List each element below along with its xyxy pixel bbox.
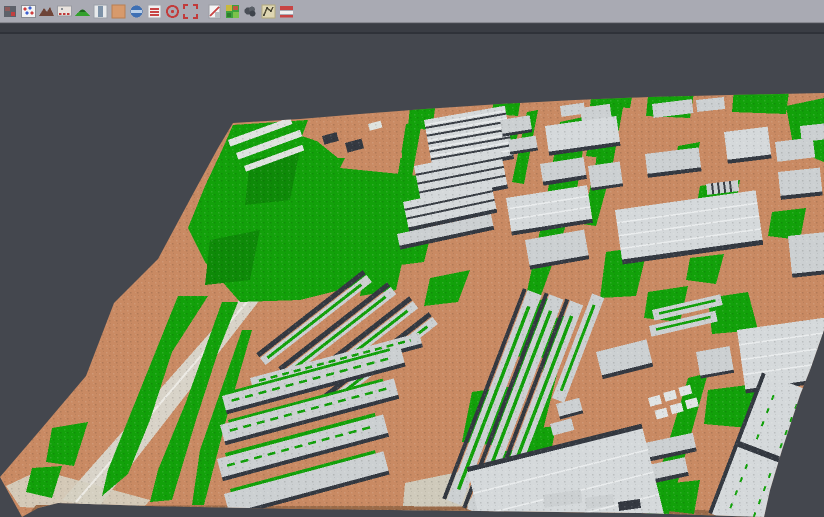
viewport-3d[interactable] [0,0,824,517]
classification-map-icon[interactable] [224,3,241,20]
terrain-icon[interactable] [38,3,55,20]
cross-sections-icon[interactable] [146,3,163,20]
scatter-points-icon[interactable] [20,3,37,20]
flag-icon[interactable] [278,3,295,20]
toolbar [0,0,824,23]
classified-points-icon[interactable] [56,3,73,20]
hill-icon[interactable] [74,3,91,20]
import-icon[interactable] [2,3,19,20]
column-profile-icon[interactable] [92,3,109,20]
select-region-icon[interactable] [182,3,199,20]
application-window [0,0,824,517]
window-separator [0,24,824,34]
globe-icon[interactable] [128,3,145,20]
point-cloud-icon[interactable] [242,3,259,20]
ortho-image-icon[interactable] [110,3,127,20]
polygon-area-icon[interactable] [260,3,277,20]
clip-page-icon[interactable] [206,3,223,20]
target-icon[interactable] [164,3,181,20]
